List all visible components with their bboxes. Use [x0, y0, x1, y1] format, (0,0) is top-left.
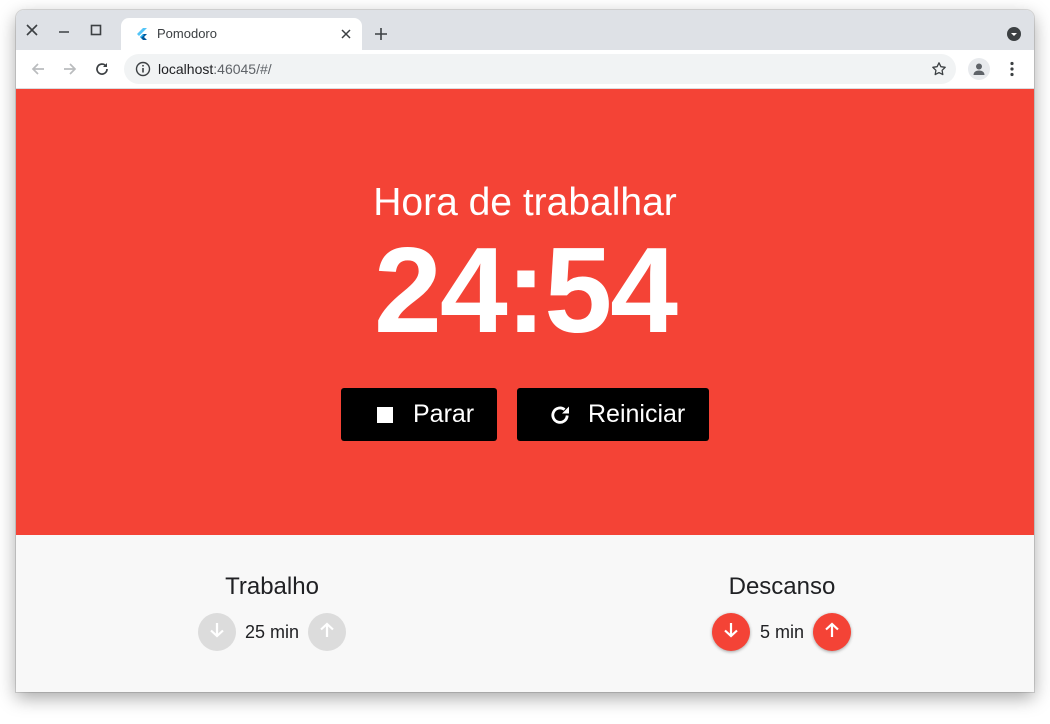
window-close-icon[interactable]: [22, 20, 42, 40]
back-arrow-icon[interactable]: [28, 59, 48, 79]
stop-icon: [373, 403, 397, 427]
rest-increase-button[interactable]: [813, 613, 851, 651]
rest-title: Descanso: [728, 573, 836, 600]
refresh-icon: [548, 403, 572, 427]
tab-title: Pomodoro: [157, 26, 217, 41]
restart-button[interactable]: Reiniciar: [517, 388, 709, 441]
timer-display: 24:54: [373, 222, 678, 358]
mode-title: Hora de trabalhar: [373, 181, 677, 224]
browser-menu-icon[interactable]: [1004, 60, 1020, 78]
tab-search-icon[interactable]: [1006, 26, 1022, 42]
url-port-path: :46045/#/: [213, 61, 272, 77]
work-title: Trabalho: [225, 573, 319, 600]
work-duration-group: Trabalho 25 min: [172, 573, 372, 651]
arrow-up-icon: [823, 621, 841, 644]
bookmark-star-icon[interactable]: [931, 61, 947, 77]
flutter-icon: [135, 27, 149, 41]
url-host: localhost: [158, 61, 214, 77]
reload-icon[interactable]: [92, 59, 112, 79]
work-stepper: 25 min: [172, 613, 372, 651]
tab-close-icon[interactable]: [338, 26, 354, 42]
address-bar[interactable]: localhost:46045/#/: [124, 54, 956, 84]
rest-value: 5 min: [759, 622, 804, 642]
settings-panel: Trabalho 25 min Descanso 5 min: [16, 535, 1034, 692]
rest-stepper: 5 min: [682, 613, 882, 651]
title-bar: Pomodoro: [16, 10, 1034, 50]
url-text: localhost:46045/#/: [158, 61, 272, 77]
work-increase-button[interactable]: [308, 613, 346, 651]
info-icon[interactable]: [135, 61, 151, 77]
timer-panel: Hora de trabalhar 24:54 Parar Reiniciar: [16, 89, 1034, 535]
arrow-up-icon: [318, 621, 336, 644]
window-minimize-icon[interactable]: [54, 20, 74, 40]
stop-button-label: Parar: [413, 400, 475, 428]
new-tab-icon[interactable]: [371, 24, 391, 44]
browser-window: Pomodoro localhost:46045/#/ Hora de trab…: [16, 10, 1034, 692]
forward-arrow-icon[interactable]: [60, 59, 80, 79]
window-maximize-icon[interactable]: [86, 20, 106, 40]
browser-toolbar: localhost:46045/#/: [16, 50, 1034, 89]
profile-icon[interactable]: [968, 58, 990, 80]
browser-tab[interactable]: Pomodoro: [121, 18, 362, 50]
stop-button[interactable]: Parar: [341, 388, 497, 441]
app-page: Hora de trabalhar 24:54 Parar Reiniciar: [16, 89, 1034, 692]
restart-button-label: Reiniciar: [588, 400, 686, 428]
rest-duration-group: Descanso 5 min: [682, 573, 882, 651]
